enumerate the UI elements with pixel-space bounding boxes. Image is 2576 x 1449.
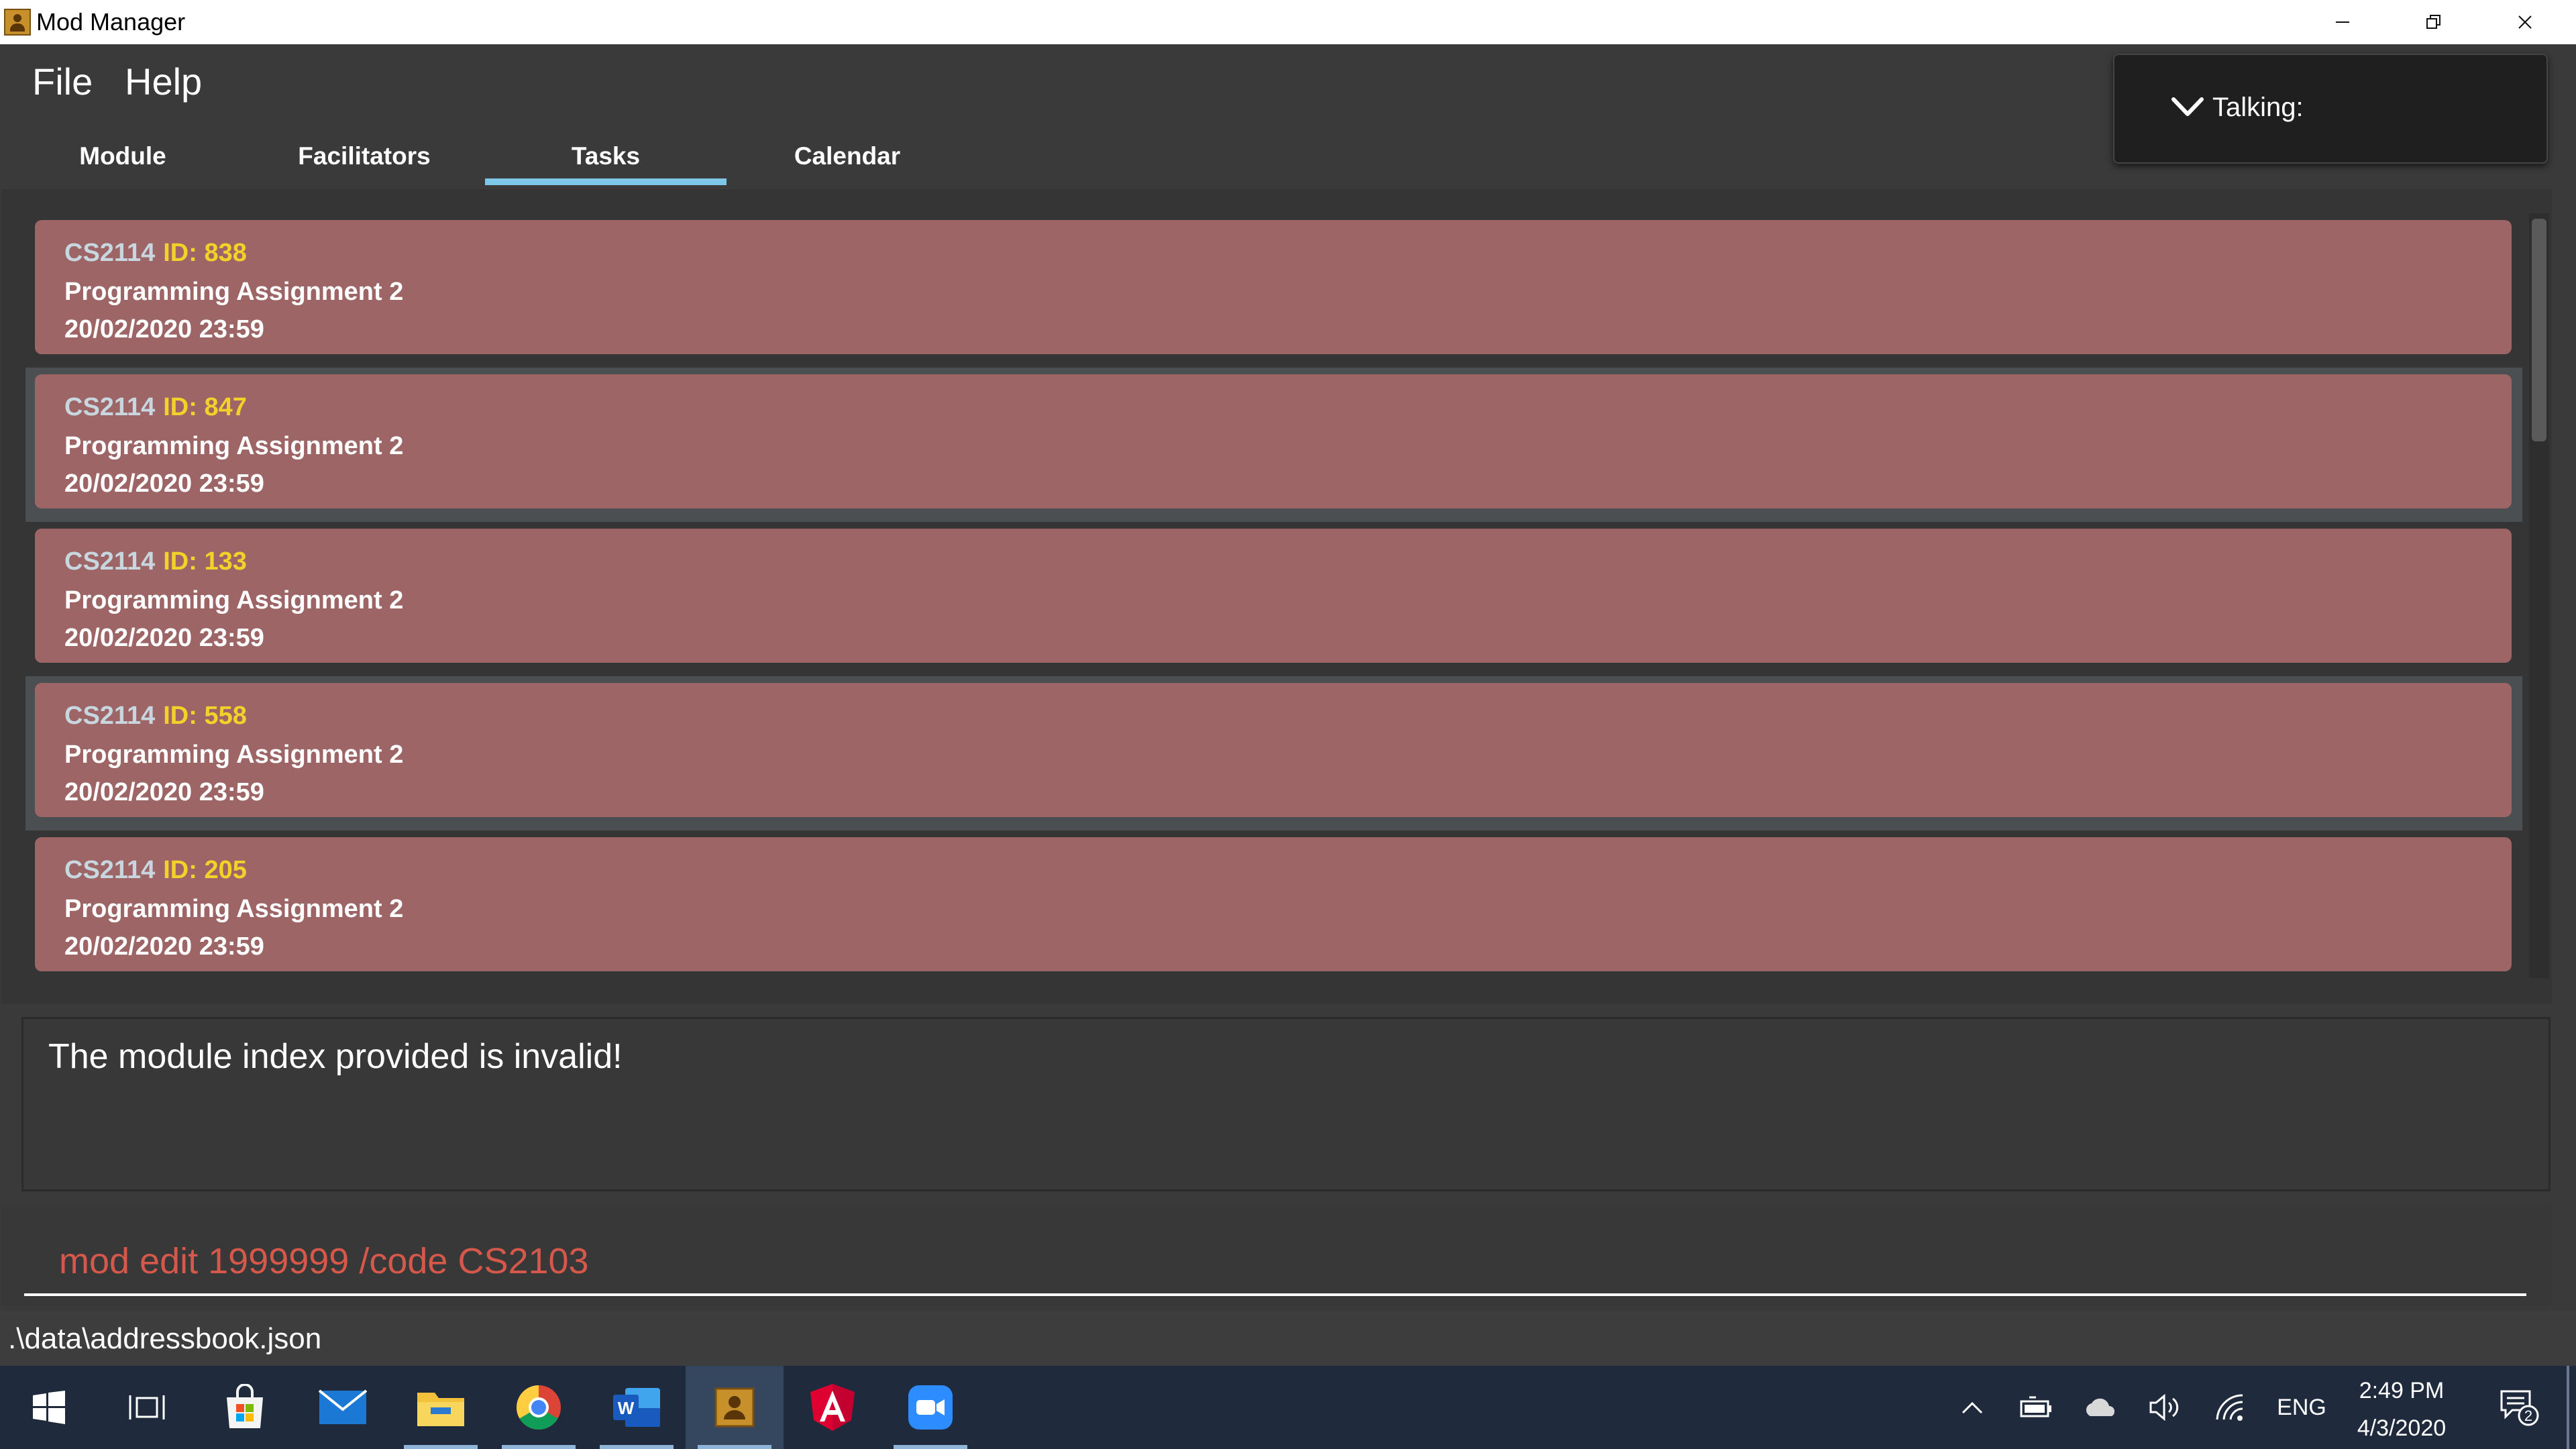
- module-code: CS2114: [64, 702, 156, 730]
- list-item[interactable]: CS2114 ID: 205 Programming Assignment 2 2…: [25, 830, 2522, 985]
- task-datetime: 20/02/2020 23:59: [64, 778, 264, 806]
- battery-button[interactable]: [2010, 1366, 2063, 1449]
- cloud-icon: [2086, 1398, 2115, 1416]
- tab-calendar[interactable]: Calendar: [727, 126, 968, 186]
- command-input[interactable]: [24, 1229, 2526, 1296]
- running-indicator: [600, 1445, 674, 1449]
- task-description: Programming Assignment 2: [64, 586, 404, 614]
- speaker-icon: [2149, 1393, 2179, 1421]
- taskbar-store[interactable]: [196, 1366, 294, 1449]
- selected-tab-indicator: [485, 178, 727, 185]
- svg-text:W: W: [618, 1398, 635, 1418]
- menu-help[interactable]: Help: [125, 55, 202, 109]
- result-message: The module index provided is invalid!: [48, 1037, 623, 1076]
- save-location-path: .\data\addressbook.json: [8, 1322, 322, 1355]
- tab-tasks[interactable]: Tasks: [485, 126, 727, 186]
- title-bar: [0, 0, 2576, 44]
- talking-label: Talking:: [2212, 93, 2304, 122]
- mod-manager-icon: [714, 1387, 755, 1428]
- action-center-button[interactable]: 2: [2482, 1366, 2556, 1449]
- taskbar-chrome[interactable]: [490, 1366, 588, 1449]
- task-list[interactable]: CS2114 ID: 838 Programming Assignment 2 2…: [25, 213, 2522, 978]
- onedrive-button[interactable]: [2074, 1366, 2128, 1449]
- app-icon: [4, 9, 31, 36]
- zoom-icon: [908, 1385, 953, 1430]
- list-item[interactable]: CS2114 ID: 838 Programming Assignment 2 2…: [25, 213, 2522, 368]
- word-icon: W: [613, 1388, 660, 1427]
- running-indicator: [698, 1445, 771, 1449]
- show-desktop-button[interactable]: [2567, 1366, 2569, 1449]
- running-indicator: [894, 1445, 967, 1449]
- list-item[interactable]: CS2114 ID: 847 Programming Assignment 2 2…: [25, 368, 2522, 522]
- minimize-button[interactable]: [2297, 0, 2388, 44]
- mail-icon: [318, 1389, 368, 1424]
- close-icon: [2518, 15, 2532, 29]
- scrollbar-thumb[interactable]: [2532, 219, 2546, 441]
- task-view-icon: [129, 1395, 165, 1419]
- task-datetime: 20/02/2020 23:59: [64, 470, 264, 498]
- window-title: Mod Manager: [36, 8, 186, 36]
- tab-module[interactable]: Module: [2, 126, 244, 186]
- task-description: Programming Assignment 2: [64, 278, 404, 306]
- start-icon: [33, 1391, 65, 1424]
- restore-button[interactable]: [2388, 0, 2479, 44]
- minimize-icon: [2336, 21, 2349, 23]
- task-card[interactable]: CS2114 ID: 558 Programming Assignment 2 2…: [35, 683, 2512, 817]
- menu-file[interactable]: File: [32, 55, 93, 109]
- file-explorer-icon: [417, 1393, 464, 1426]
- clock-time[interactable]: 2:49 PM: [2348, 1374, 2455, 1407]
- tab-facilitators[interactable]: Facilitators: [244, 126, 485, 186]
- angular-icon: [810, 1384, 855, 1431]
- wifi-icon: [2216, 1394, 2243, 1421]
- module-code: CS2114: [64, 393, 156, 421]
- taskbar-mail[interactable]: [294, 1366, 392, 1449]
- task-description: Programming Assignment 2: [64, 432, 404, 460]
- chevron-down-icon[interactable]: [2171, 94, 2204, 118]
- list-item[interactable]: CS2114 ID: 133 Programming Assignment 2 2…: [25, 522, 2522, 676]
- chevron-up-icon: [1962, 1401, 1983, 1414]
- battery-icon: [2020, 1396, 2051, 1417]
- taskbar-zoom[interactable]: [881, 1366, 979, 1449]
- task-view-button[interactable]: [98, 1366, 196, 1449]
- running-indicator: [404, 1445, 478, 1449]
- close-button[interactable]: [2479, 0, 2571, 44]
- store-icon: [227, 1384, 263, 1428]
- task-datetime: 20/02/2020 23:59: [64, 624, 264, 652]
- task-id: ID: 838: [163, 239, 247, 267]
- module-code: CS2114: [64, 547, 156, 576]
- module-code: CS2114: [64, 856, 156, 884]
- running-indicator: [502, 1445, 576, 1449]
- notification-icon: 2: [2500, 1390, 2539, 1426]
- task-id: ID: 205: [163, 856, 247, 884]
- task-id: ID: 847: [163, 393, 247, 421]
- task-card[interactable]: CS2114 ID: 205 Programming Assignment 2 2…: [35, 837, 2512, 971]
- talking-panel[interactable]: Talking:: [2113, 54, 2548, 164]
- task-description: Programming Assignment 2: [64, 895, 404, 923]
- task-datetime: 20/02/2020 23:59: [64, 315, 264, 343]
- restore-icon: [2426, 15, 2440, 29]
- list-item[interactable]: CS2114 ID: 558 Programming Assignment 2 2…: [25, 676, 2522, 830]
- status-bar: [0, 1311, 2576, 1366]
- task-card[interactable]: CS2114 ID: 838 Programming Assignment 2 2…: [35, 220, 2512, 354]
- task-id: ID: 133: [163, 547, 247, 576]
- taskbar-mod-manager[interactable]: [686, 1366, 784, 1449]
- taskbar-word[interactable]: W: [588, 1366, 686, 1449]
- module-code: CS2114: [64, 239, 156, 267]
- notification-count: 2: [2524, 1407, 2532, 1424]
- task-datetime: 20/02/2020 23:59: [64, 932, 264, 961]
- task-id: ID: 558: [163, 702, 247, 730]
- task-card[interactable]: CS2114 ID: 133 Programming Assignment 2 2…: [35, 529, 2512, 663]
- volume-button[interactable]: [2139, 1366, 2192, 1449]
- clock-date[interactable]: 4/3/2020: [2348, 1411, 2455, 1445]
- input-language[interactable]: ENG: [2265, 1366, 2339, 1449]
- taskbar-file-explorer[interactable]: [392, 1366, 490, 1449]
- network-button[interactable]: [2203, 1366, 2257, 1449]
- task-card[interactable]: CS2114 ID: 847 Programming Assignment 2 2…: [35, 374, 2512, 508]
- chrome-icon: [516, 1385, 561, 1430]
- show-hidden-icons-button[interactable]: [1953, 1366, 1991, 1449]
- task-description: Programming Assignment 2: [64, 741, 404, 769]
- taskbar-angular[interactable]: [784, 1366, 881, 1449]
- start-button[interactable]: [0, 1366, 98, 1449]
